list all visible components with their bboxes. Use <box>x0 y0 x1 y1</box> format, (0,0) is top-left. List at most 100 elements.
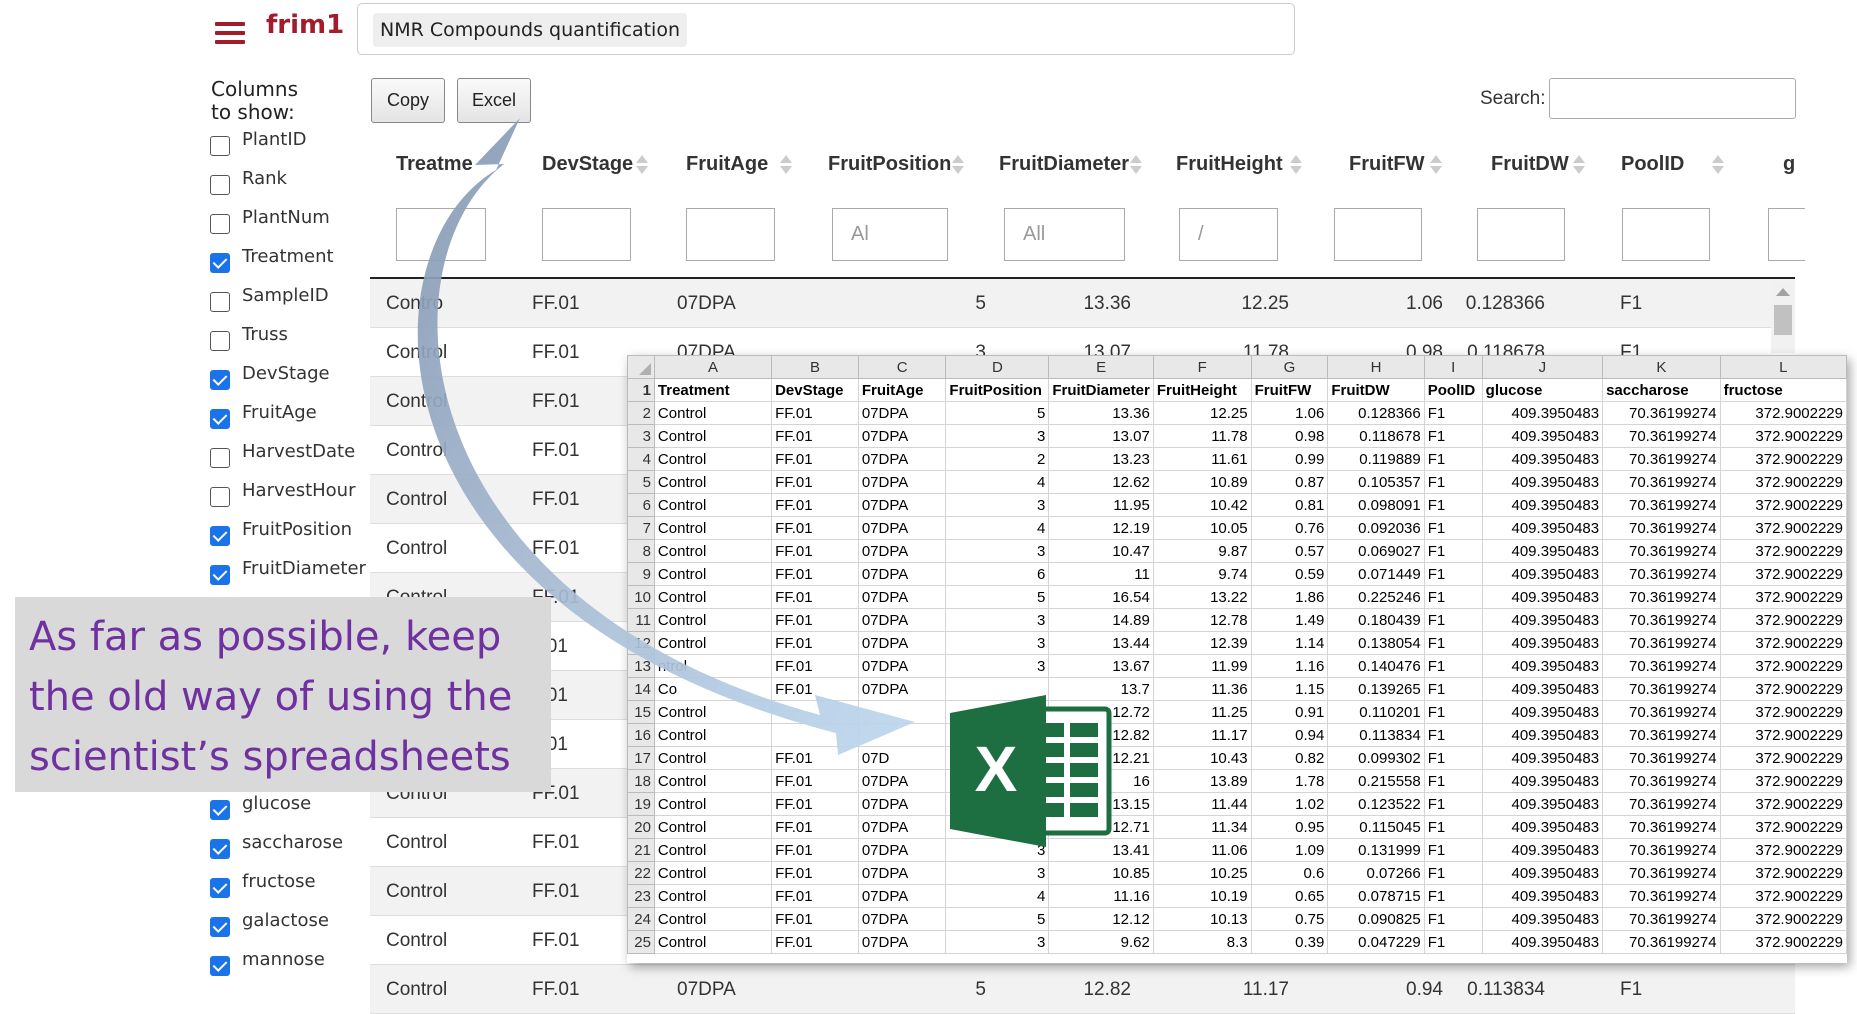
column-filter-input[interactable] <box>686 208 775 261</box>
row-number[interactable]: 1 <box>627 378 655 402</box>
column-toggle-fruitage[interactable]: FruitAge <box>210 402 317 429</box>
table-row[interactable]: Contro FF.01 07DPA 5 13.36 12.25 1.06 0.128366 F… <box>370 279 1795 328</box>
spreadsheet-cell[interactable]: 0.6 <box>1250 861 1329 885</box>
column-header[interactable]: FruitHeight <box>1176 153 1283 176</box>
spreadsheet-cell[interactable]: 409.3950483 <box>1481 608 1604 632</box>
column-filter-input[interactable] <box>1334 208 1422 261</box>
spreadsheet-cell[interactable]: 0.138054 <box>1327 631 1425 655</box>
spreadsheet-cell[interactable]: FF.01 <box>771 654 859 678</box>
spreadsheet-cell[interactable]: 409.3950483 <box>1481 516 1604 540</box>
column-header[interactable]: FruitPosition <box>828 153 951 176</box>
row-number[interactable]: 7 <box>627 516 655 540</box>
spreadsheet-cell[interactable]: 70.36199274 <box>1602 654 1721 678</box>
spreadsheet-header-cell[interactable]: PoolID <box>1423 378 1483 402</box>
spreadsheet-cell[interactable]: 11 <box>1048 562 1154 586</box>
spreadsheet-cell[interactable]: 70.36199274 <box>1602 884 1721 908</box>
checkbox[interactable] <box>210 135 230 156</box>
spreadsheet-cell[interactable]: 07DPA <box>857 608 947 632</box>
spreadsheet-cell[interactable]: 70.36199274 <box>1602 493 1721 517</box>
sort-icon[interactable] <box>780 153 792 177</box>
select-all-corner[interactable] <box>627 355 655 379</box>
spreadsheet-cell[interactable]: FF.01 <box>771 907 859 931</box>
sort-icon[interactable] <box>1130 153 1142 177</box>
spreadsheet-cell[interactable]: 0.071449 <box>1327 562 1425 586</box>
spreadsheet-cell[interactable]: 0.98 <box>1250 424 1329 448</box>
column-filter-input[interactable] <box>542 208 631 261</box>
spreadsheet-cell[interactable]: 11.17 <box>1152 723 1252 747</box>
column-toggle-fruitposition[interactable]: FruitPosition <box>210 519 352 546</box>
spreadsheet-cell[interactable]: Co <box>653 677 773 701</box>
spreadsheet-cell[interactable]: 70.36199274 <box>1602 930 1721 954</box>
spreadsheet-cell[interactable]: 0.139265 <box>1327 677 1425 701</box>
spreadsheet-cell[interactable]: 409.3950483 <box>1481 815 1604 839</box>
checkbox[interactable] <box>210 838 230 859</box>
row-number[interactable]: 12 <box>627 631 655 655</box>
spreadsheet-cell[interactable]: 10.89 <box>1152 470 1252 494</box>
spreadsheet-cell[interactable]: 11.61 <box>1152 447 1252 471</box>
row-number[interactable]: 15 <box>627 700 655 724</box>
spreadsheet-cell[interactable]: 70.36199274 <box>1602 631 1721 655</box>
spreadsheet-cell[interactable]: F1 <box>1423 631 1483 655</box>
spreadsheet-cell[interactable]: 372.9002229 <box>1719 493 1847 517</box>
spreadsheet-cell[interactable]: 3 <box>945 539 1050 563</box>
spreadsheet-cell[interactable]: Control <box>653 585 773 609</box>
spreadsheet-cell[interactable]: 11.78 <box>1152 424 1252 448</box>
checkbox[interactable] <box>210 877 230 898</box>
spreadsheet-cell[interactable]: 1.16 <box>1250 654 1329 678</box>
spreadsheet-cell[interactable]: 11.36 <box>1152 677 1252 701</box>
spreadsheet-cell[interactable]: FF.01 <box>771 930 859 954</box>
spreadsheet-cell[interactable]: FF.01 <box>771 746 859 770</box>
checkbox[interactable] <box>210 955 230 976</box>
spreadsheet-cell[interactable]: 07DPA <box>857 470 947 494</box>
spreadsheet-cell[interactable]: 409.3950483 <box>1481 884 1604 908</box>
spreadsheet-cell[interactable]: 372.9002229 <box>1719 677 1847 701</box>
column-header[interactable]: DevStage <box>542 153 633 176</box>
column-header[interactable]: PoolID <box>1621 153 1684 176</box>
row-number[interactable]: 17 <box>627 746 655 770</box>
spreadsheet-cell[interactable]: 372.9002229 <box>1719 447 1847 471</box>
spreadsheet-cell[interactable]: 70.36199274 <box>1602 470 1721 494</box>
spreadsheet-cell[interactable]: Control <box>653 930 773 954</box>
spreadsheet-cell[interactable]: F1 <box>1423 447 1483 471</box>
spreadsheet-cell[interactable]: F1 <box>1423 401 1483 425</box>
spreadsheet-cell[interactable]: 0.65 <box>1250 884 1329 908</box>
column-header[interactable]: Treatme <box>396 153 473 176</box>
spreadsheet-cell[interactable]: Control <box>653 447 773 471</box>
spreadsheet-cell[interactable]: 14.89 <box>1048 608 1154 632</box>
spreadsheet-cell[interactable]: F1 <box>1423 516 1483 540</box>
spreadsheet-cell[interactable]: 07DPA <box>857 562 947 586</box>
row-number[interactable]: 23 <box>627 884 655 908</box>
spreadsheet-cell[interactable]: Control <box>653 815 773 839</box>
spreadsheet-cell[interactable]: 1.49 <box>1250 608 1329 632</box>
spreadsheet-cell[interactable]: 5 <box>945 907 1050 931</box>
spreadsheet-cell[interactable]: 07DPA <box>857 424 947 448</box>
spreadsheet-cell[interactable]: 409.3950483 <box>1481 723 1604 747</box>
column-toggle-glucose[interactable]: glucose <box>210 793 311 820</box>
spreadsheet-cell[interactable]: FF.01 <box>771 884 859 908</box>
spreadsheet-cell[interactable]: Control <box>653 493 773 517</box>
hamburger-menu-icon[interactable] <box>215 20 245 46</box>
spreadsheet-cell[interactable]: 11.44 <box>1152 792 1252 816</box>
column-filter-input[interactable]: All <box>1004 208 1125 261</box>
spreadsheet-cell[interactable]: Control <box>653 539 773 563</box>
spreadsheet-cell[interactable]: 0.113834 <box>1327 723 1425 747</box>
spreadsheet-cell[interactable]: 0.87 <box>1250 470 1329 494</box>
spreadsheet-cell[interactable]: 0.140476 <box>1327 654 1425 678</box>
spreadsheet-cell[interactable]: F1 <box>1423 746 1483 770</box>
scrollbar-thumb[interactable] <box>1774 305 1792 335</box>
spreadsheet-cell[interactable]: Control <box>653 424 773 448</box>
spreadsheet-cell[interactable]: Control <box>653 792 773 816</box>
spreadsheet-cell[interactable]: 409.3950483 <box>1481 447 1604 471</box>
row-number[interactable]: 4 <box>627 447 655 471</box>
column-header[interactable]: FruitAge <box>686 153 768 176</box>
spreadsheet-cell[interactable]: 0.115045 <box>1327 815 1425 839</box>
spreadsheet-cell[interactable]: FF.01 <box>771 861 859 885</box>
spreadsheet-cell[interactable]: 409.3950483 <box>1481 930 1604 954</box>
spreadsheet-cell[interactable]: 372.9002229 <box>1719 401 1847 425</box>
spreadsheet-cell[interactable]: Control <box>653 746 773 770</box>
column-letter[interactable]: I <box>1423 355 1483 379</box>
column-filter-input[interactable] <box>1477 208 1565 261</box>
column-filter-input[interactable]: / <box>1179 208 1278 261</box>
checkbox[interactable] <box>210 174 230 195</box>
spreadsheet-cell[interactable]: Control <box>653 562 773 586</box>
